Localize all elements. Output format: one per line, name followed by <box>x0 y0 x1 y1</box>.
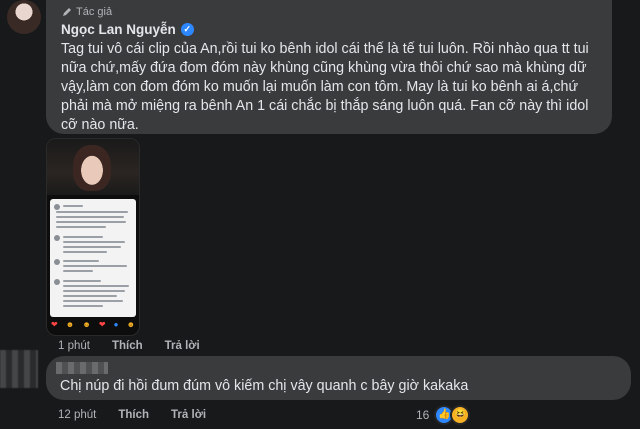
reply-comment-text: Chị núp đi hồi đum đúm vô kiếm chị vây q… <box>60 378 469 394</box>
video-thumbnail <box>47 139 139 195</box>
comment-text: Tag tui vô cái clip của An,rồi tui ko bê… <box>61 41 589 133</box>
author-tag: Tác giả <box>62 6 112 18</box>
reply-comment-time[interactable]: 12 phút <box>58 409 96 421</box>
author-name-row: Ngọc Lan Nguyễn ✓ <box>61 22 194 37</box>
comment-actions: 1 phút Thích Trả lời <box>58 340 200 352</box>
comment-time[interactable]: 1 phút <box>58 340 90 352</box>
reply-reply-button[interactable]: Trả lời <box>171 409 206 421</box>
screenshot-content <box>50 199 136 317</box>
commenter-name[interactable] <box>56 362 108 374</box>
reply-comment-actions: 12 phút Thích Trả lời <box>58 409 206 421</box>
like-button[interactable]: Thích <box>112 340 143 352</box>
person-image <box>73 145 111 191</box>
reply-like-button[interactable]: Thích <box>118 409 149 421</box>
commenter-avatar[interactable] <box>0 350 38 388</box>
author-avatar[interactable] <box>7 0 41 34</box>
attached-image[interactable]: ❤ ☻ ☻ ❤ ● ☻ <box>46 138 140 336</box>
pen-icon <box>63 8 71 16</box>
haha-icon: 😆 <box>450 405 471 425</box>
screenshot-reaction-bar: ❤ ☻ ☻ ❤ ● ☻ <box>51 320 135 329</box>
author-tag-label: Tác giả <box>76 6 113 18</box>
reply-button[interactable]: Trả lời <box>165 340 200 352</box>
author-name[interactable]: Ngọc Lan Nguyễn <box>61 22 176 37</box>
verified-badge-icon: ✓ <box>180 23 194 36</box>
reaction-count: 16 <box>416 408 430 422</box>
reaction-summary[interactable]: 16 👍 😆 <box>416 405 471 425</box>
